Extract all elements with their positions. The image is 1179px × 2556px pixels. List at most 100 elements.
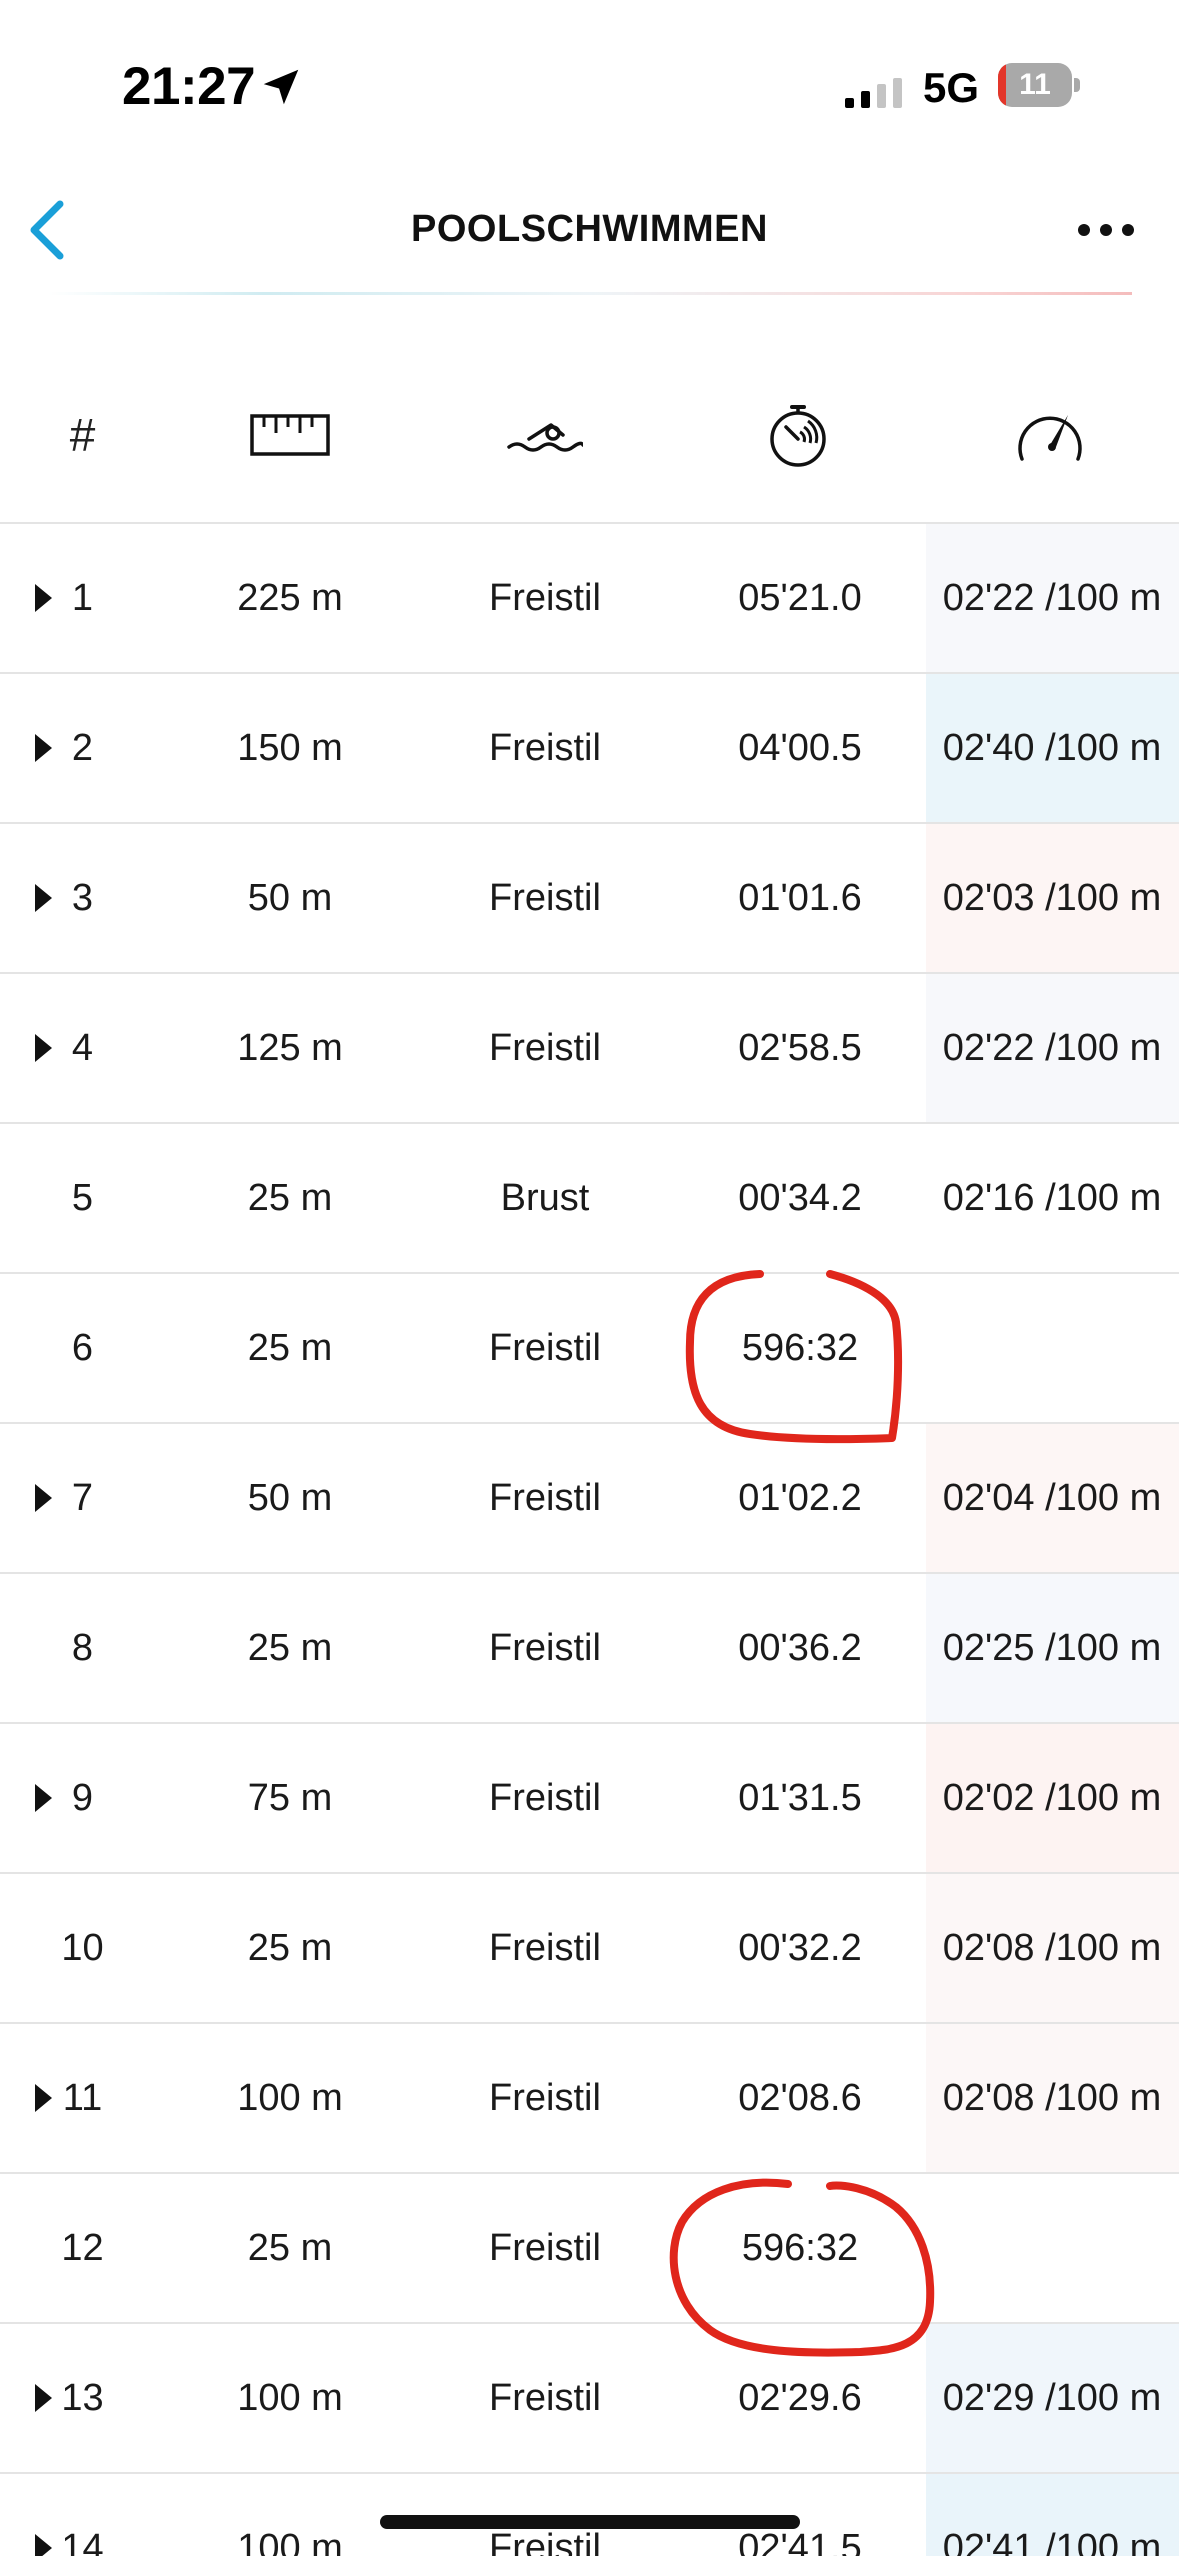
table-row[interactable]: 11 100 m Freistil 02'08.6 02'08 /100 m	[0, 2024, 1179, 2174]
lap-style: Brust	[500, 1177, 590, 1219]
column-header-pace[interactable]	[990, 360, 1110, 510]
lap-number: 7	[71, 1477, 94, 1519]
lap-style: Freistil	[489, 877, 601, 919]
lap-duration: 00'32.2	[738, 1927, 862, 1969]
lap-pace	[924, 1274, 1179, 1422]
lap-number: 12	[61, 2227, 104, 2269]
lap-distance: 50 m	[247, 877, 333, 919]
lap-pace: 02'04 /100 m	[942, 1477, 1162, 1519]
lap-duration: 01'02.2	[738, 1477, 862, 1519]
table-row[interactable]: 4 125 m Freistil 02'58.5 02'22 /100 m	[0, 974, 1179, 1124]
table-row[interactable]: 13 100 m Freistil 02'29.6 02'29 /100 m	[0, 2324, 1179, 2474]
table-row[interactable]: 7 50 m Freistil 01'02.2 02'04 /100 m	[0, 1424, 1179, 1574]
lap-style: Freistil	[489, 2077, 601, 2119]
status-time: 21:27	[122, 57, 256, 116]
table-row[interactable]: 2 150 m Freistil 04'00.5 02'40 /100 m	[0, 674, 1179, 824]
lap-number: 6	[71, 1327, 94, 1369]
lap-duration: 00'36.2	[738, 1627, 862, 1669]
lap-duration: 02'58.5	[738, 1027, 862, 1069]
nav-accent-line	[48, 292, 1132, 295]
table-row[interactable]: 1 225 m Freistil 05'21.0 02'22 /100 m	[0, 524, 1179, 674]
lap-number: 2	[71, 727, 94, 769]
more-button[interactable]	[1070, 205, 1142, 255]
lap-distance: 25 m	[247, 1627, 333, 1669]
lap-pace: 02'08 /100 m	[942, 2077, 1162, 2119]
lap-distance: 50 m	[247, 1477, 333, 1519]
lap-style: Freistil	[489, 1927, 601, 1969]
column-header-number: #	[69, 409, 96, 461]
table-row[interactable]: 3 50 m Freistil 01'01.6 02'03 /100 m	[0, 824, 1179, 974]
lap-distance: 100 m	[237, 2527, 343, 2556]
lap-style: Freistil	[489, 1777, 601, 1819]
lap-number: 14	[61, 2527, 104, 2556]
table-row[interactable]: 9 75 m Freistil 01'31.5 02'02 /100 m	[0, 1724, 1179, 1874]
battery-percent: 11	[1019, 68, 1051, 101]
lap-pace: 02'41 /100 m	[942, 2527, 1162, 2556]
lap-style: Freistil	[489, 577, 601, 619]
lap-distance: 150 m	[237, 727, 343, 769]
lap-pace: 02'40 /100 m	[942, 727, 1162, 769]
lap-style: Freistil	[489, 1327, 601, 1369]
column-header-style[interactable]	[485, 360, 605, 510]
lap-distance: 25 m	[247, 2227, 333, 2269]
table-header: #	[0, 360, 1179, 524]
home-indicator[interactable]	[380, 2515, 800, 2529]
lap-pace	[924, 2174, 1179, 2322]
more-icon	[1078, 224, 1134, 236]
lap-duration: 596:32	[741, 1327, 859, 1369]
lap-distance: 25 m	[247, 1327, 333, 1369]
lap-duration: 596:32	[741, 2227, 859, 2269]
lap-distance: 100 m	[237, 2077, 343, 2119]
lap-style: Freistil	[489, 1027, 601, 1069]
lap-duration: 05'21.0	[738, 577, 862, 619]
lap-duration: 02'08.6	[738, 2077, 862, 2119]
table-row: 6 25 m Freistil 596:32	[0, 1274, 1179, 1424]
lap-pace: 02'08 /100 m	[942, 1927, 1162, 1969]
stopwatch-icon	[770, 405, 826, 467]
battery-cap	[1074, 78, 1080, 92]
lap-distance: 75 m	[247, 1777, 333, 1819]
lap-number: 13	[61, 2377, 104, 2419]
lap-distance: 100 m	[237, 2377, 343, 2419]
lap-pace: 02'02 /100 m	[942, 1777, 1162, 1819]
location-arrow-icon	[263, 69, 299, 105]
nav-bar: POOLSCHWIMMEN	[0, 170, 1179, 300]
lap-duration: 01'31.5	[738, 1777, 862, 1819]
table-row: 12 25 m Freistil 596:32	[0, 2174, 1179, 2324]
lap-style: Freistil	[489, 727, 601, 769]
table-row: 8 25 m Freistil 00'36.2 02'25 /100 m	[0, 1574, 1179, 1724]
column-header-distance[interactable]	[230, 360, 350, 510]
lap-number: 4	[71, 1027, 94, 1069]
lap-pace: 02'03 /100 m	[942, 877, 1162, 919]
lap-pace: 02'16 /100 m	[942, 1177, 1162, 1219]
table-row: 10 25 m Freistil 00'32.2 02'08 /100 m	[0, 1874, 1179, 2024]
signal-icon	[845, 78, 902, 108]
battery-body: 11	[998, 63, 1072, 107]
lap-style: Freistil	[489, 2377, 601, 2419]
lap-number: 8	[71, 1627, 94, 1669]
lap-distance: 225 m	[237, 577, 343, 619]
lap-duration: 02'29.6	[738, 2377, 862, 2419]
lap-number: 3	[71, 877, 94, 919]
page-title: POOLSCHWIMMEN	[411, 208, 768, 250]
lap-number: 9	[71, 1777, 94, 1819]
lap-number: 10	[61, 1927, 104, 1969]
lap-style: Freistil	[489, 2227, 601, 2269]
lap-duration: 01'01.6	[738, 877, 862, 919]
column-header-duration[interactable]	[740, 360, 860, 510]
ruler-icon	[250, 414, 330, 456]
screen: 21:27 5G 11 POOLSCHWIMMEN # 1 225 m Frei…	[0, 0, 1179, 2556]
lap-style: Freistil	[489, 1477, 601, 1519]
speedometer-icon	[1018, 415, 1082, 461]
lap-pace: 02'22 /100 m	[942, 577, 1162, 619]
lap-distance: 25 m	[247, 1177, 333, 1219]
lap-number: 1	[71, 577, 94, 619]
table-row: 5 25 m Brust 00'34.2 02'16 /100 m	[0, 1124, 1179, 1274]
network-type: 5G	[923, 64, 980, 111]
swimmer-icon	[507, 423, 583, 452]
lap-style: Freistil	[489, 1627, 601, 1669]
lap-duration: 04'00.5	[738, 727, 862, 769]
lap-distance: 125 m	[237, 1027, 343, 1069]
lap-number: 11	[62, 2077, 103, 2119]
lap-pace: 02'22 /100 m	[942, 1027, 1162, 1069]
